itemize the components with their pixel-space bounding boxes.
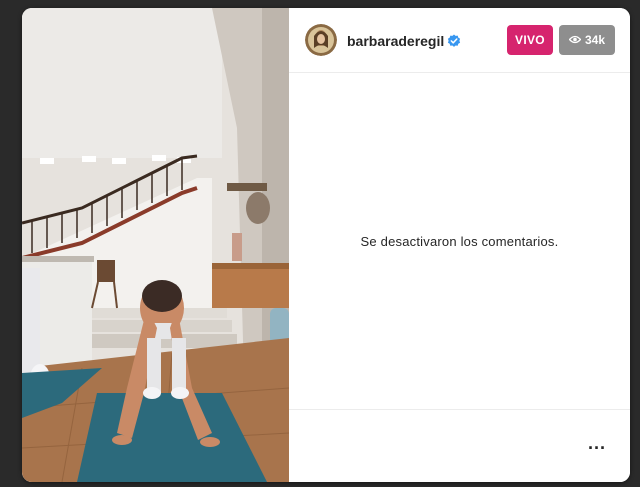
- viewer-count: 34k: [584, 33, 606, 47]
- live-side-panel: barbaraderegil VIVO 34k Se desactivaron …: [289, 8, 630, 482]
- live-footer: ···: [289, 409, 630, 482]
- eye-icon: [568, 33, 582, 47]
- comments-disabled-message: Se desactivaron los comentarios.: [360, 234, 559, 249]
- live-stream-modal: barbaraderegil VIVO 34k Se desactivaron …: [22, 8, 630, 482]
- video-frame-illustration: [22, 8, 289, 482]
- live-video[interactable]: [22, 8, 289, 482]
- verified-badge-icon: [447, 34, 461, 48]
- username[interactable]: barbaraderegil: [347, 33, 444, 49]
- viewer-count-badge: 34k: [559, 25, 615, 55]
- more-options-icon[interactable]: ···: [586, 438, 608, 458]
- avatar-image: [305, 24, 337, 56]
- avatar[interactable]: [305, 24, 337, 56]
- live-header: barbaraderegil VIVO 34k: [289, 8, 630, 73]
- live-badge: VIVO: [507, 25, 553, 55]
